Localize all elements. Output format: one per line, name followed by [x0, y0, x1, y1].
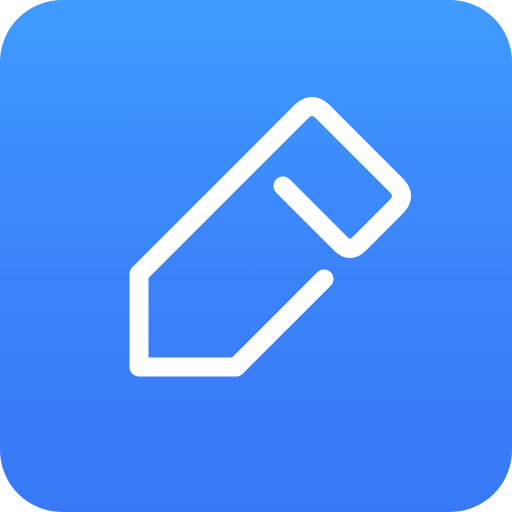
- pencil-icon: [129, 97, 411, 377]
- app-icon[interactable]: [0, 0, 512, 512]
- pencil-body-outline: [129, 97, 411, 377]
